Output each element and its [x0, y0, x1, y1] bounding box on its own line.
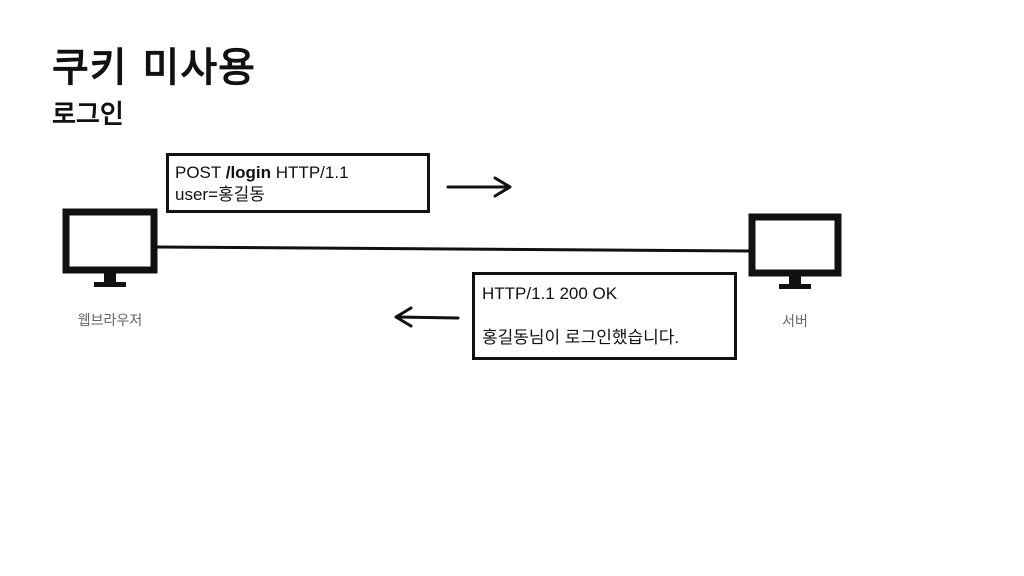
request-line: POST /login HTTP/1.1	[175, 162, 427, 184]
request-message-box: POST /login HTTP/1.1 user=홍길동	[166, 153, 430, 213]
request-arrow-icon	[446, 176, 512, 198]
page-title: 쿠키 미사용	[52, 45, 256, 91]
request-path: /login	[225, 163, 272, 182]
server-label: 서버	[782, 314, 808, 330]
server-monitor-icon	[748, 213, 842, 289]
response-message-box: HTTP/1.1 200 OK 홍길동님이 로그인했습니다.	[472, 272, 737, 360]
page-subtitle: 로그인	[52, 100, 124, 130]
response-body: 홍길동님이 로그인했습니다.	[482, 328, 680, 347]
request-method: POST	[175, 163, 221, 182]
browser-monitor-icon	[62, 208, 158, 287]
browser-label: 웹브라우저	[77, 313, 143, 329]
request-version: HTTP/1.1	[275, 163, 349, 182]
connection-line	[154, 245, 752, 253]
response-arrow-icon	[394, 306, 460, 328]
request-body: user=홍길동	[175, 185, 265, 204]
response-status-line: HTTP/1.1 200 OK	[482, 284, 618, 303]
